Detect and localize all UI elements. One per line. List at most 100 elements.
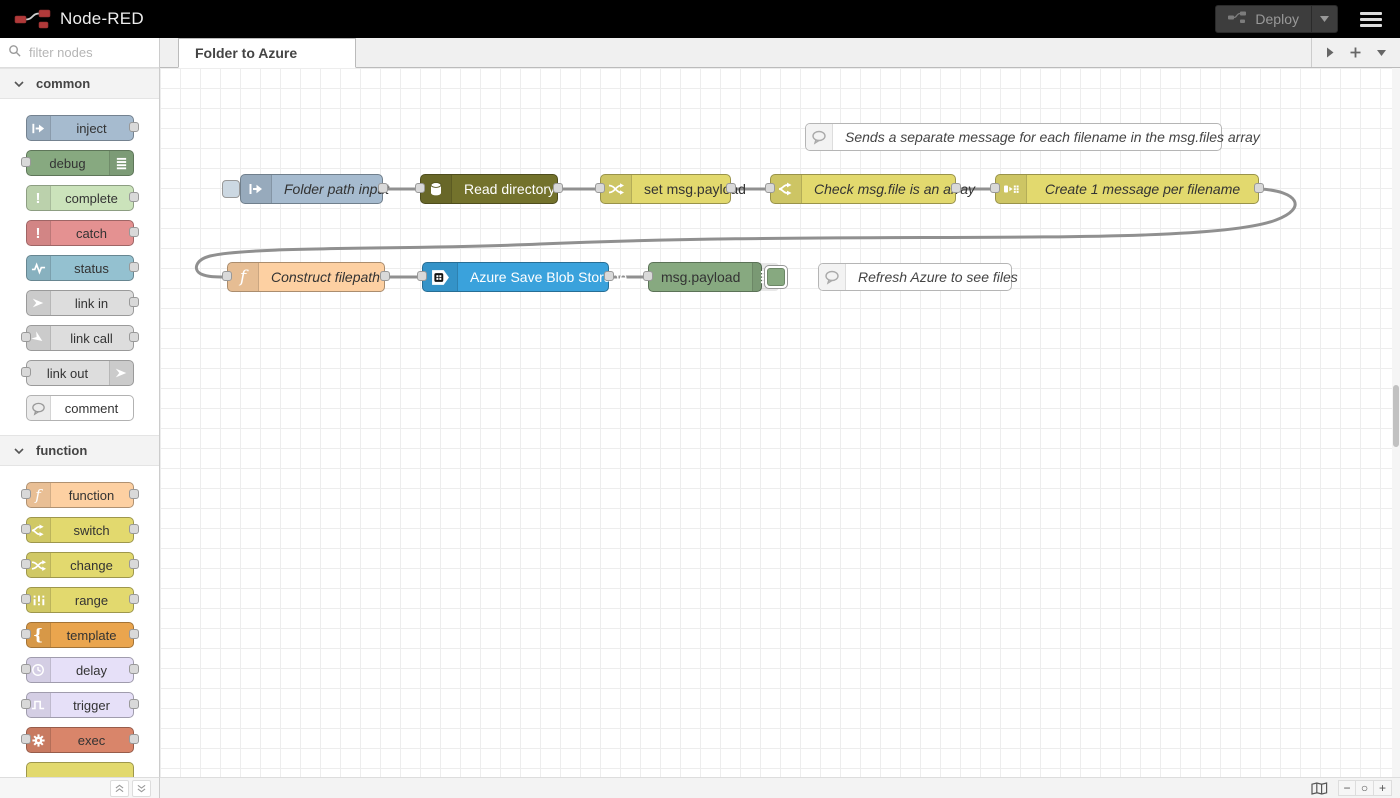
flow-canvas[interactable]: Sends a separate message for each filena… bbox=[160, 68, 1392, 777]
input-port[interactable] bbox=[990, 183, 1000, 193]
input-port[interactable] bbox=[415, 183, 425, 193]
output-port bbox=[129, 332, 139, 342]
node-azure-save-blob-storage[interactable]: Azure Save Blob Storage bbox=[422, 262, 609, 292]
output-port bbox=[129, 524, 139, 534]
scrollbar-thumb[interactable] bbox=[1393, 385, 1399, 447]
function-icon: f bbox=[228, 263, 259, 291]
node-create-message-per-filename[interactable]: Create 1 message per filename bbox=[995, 174, 1259, 204]
azure-blob-icon bbox=[423, 263, 458, 291]
palette-node-exec[interactable]: exec bbox=[26, 727, 134, 753]
deploy-button[interactable]: Deploy bbox=[1215, 5, 1338, 33]
node-palette: common inject debug ! complete ! catch s… bbox=[0, 38, 160, 777]
deploy-label: Deploy bbox=[1255, 11, 1299, 27]
input-port bbox=[21, 367, 31, 377]
palette-node-comment[interactable]: comment bbox=[26, 395, 134, 421]
output-port[interactable] bbox=[380, 271, 390, 281]
search-icon bbox=[8, 44, 21, 62]
inject-trigger-button[interactable] bbox=[222, 180, 240, 198]
input-port bbox=[21, 489, 31, 499]
inject-icon bbox=[27, 116, 51, 140]
palette-node-catch[interactable]: ! catch bbox=[26, 220, 134, 246]
input-port[interactable] bbox=[417, 271, 427, 281]
palette-search[interactable] bbox=[0, 38, 159, 68]
zoom-out-button[interactable]: − bbox=[1338, 780, 1356, 796]
add-flow-button[interactable] bbox=[1350, 47, 1361, 58]
output-port[interactable] bbox=[604, 271, 614, 281]
debug-icon bbox=[109, 151, 133, 175]
output-port[interactable] bbox=[726, 183, 736, 193]
collapse-all-button[interactable] bbox=[110, 780, 129, 797]
palette-node-function[interactable]: f function bbox=[26, 482, 134, 508]
output-port bbox=[129, 699, 139, 709]
link-in-icon bbox=[27, 291, 51, 315]
output-port[interactable] bbox=[553, 183, 563, 193]
tab-folder-to-azure[interactable]: Folder to Azure bbox=[178, 38, 356, 68]
main-menu-button[interactable] bbox=[1356, 8, 1386, 31]
node-construct-filepath[interactable]: f Construct filepath bbox=[227, 262, 385, 292]
tab-scroll-right-icon[interactable] bbox=[1326, 47, 1334, 58]
zoom-reset-button[interactable]: ○ bbox=[1356, 780, 1374, 796]
palette-category-common[interactable]: common bbox=[0, 68, 159, 99]
output-port bbox=[129, 559, 139, 569]
app-header: Node-RED Deploy bbox=[0, 0, 1400, 38]
status-icon bbox=[27, 256, 51, 280]
palette-node-debug[interactable]: debug bbox=[26, 150, 134, 176]
link-out-icon bbox=[109, 361, 133, 385]
palette-footer bbox=[0, 777, 160, 798]
node-folder-path-input[interactable]: Folder path input bbox=[240, 174, 383, 204]
output-port bbox=[129, 262, 139, 272]
flow-list-button[interactable] bbox=[1377, 50, 1386, 56]
file-directory-icon bbox=[421, 175, 452, 203]
input-port[interactable] bbox=[222, 271, 232, 281]
output-port bbox=[129, 734, 139, 744]
palette-node-trigger[interactable]: trigger bbox=[26, 692, 134, 718]
input-port bbox=[21, 332, 31, 342]
palette-node-status[interactable]: status bbox=[26, 255, 134, 281]
navigator-button[interactable] bbox=[1311, 782, 1328, 795]
comment-node[interactable]: Refresh Azure to see files bbox=[818, 263, 1012, 291]
palette-node-range[interactable]: range bbox=[26, 587, 134, 613]
zoom-in-button[interactable]: + bbox=[1374, 780, 1392, 796]
palette-node-change[interactable]: change bbox=[26, 552, 134, 578]
palette-node-link-out[interactable]: link out bbox=[26, 360, 134, 386]
node-msg-payload-debug[interactable]: msg.payload bbox=[648, 262, 762, 292]
output-port[interactable] bbox=[378, 183, 388, 193]
input-port[interactable] bbox=[765, 183, 775, 193]
palette-category-function[interactable]: function bbox=[0, 435, 159, 466]
output-port[interactable] bbox=[951, 183, 961, 193]
chevron-down-icon bbox=[14, 75, 24, 93]
palette-node-partial[interactable] bbox=[26, 762, 134, 777]
canvas-vertical-scrollbar[interactable] bbox=[1392, 68, 1400, 777]
output-port bbox=[129, 122, 139, 132]
input-port bbox=[21, 629, 31, 639]
comment-node[interactable]: Sends a separate message for each filena… bbox=[805, 123, 1222, 151]
split-icon bbox=[996, 175, 1027, 203]
palette-node-delay[interactable]: delay bbox=[26, 657, 134, 683]
workspace-tabbar: Folder to Azure bbox=[160, 38, 1400, 68]
node-read-directory[interactable]: Read directory bbox=[420, 174, 558, 204]
palette-node-link-call[interactable]: link call bbox=[26, 325, 134, 351]
output-port bbox=[129, 192, 139, 202]
input-port[interactable] bbox=[643, 271, 653, 281]
palette-node-template[interactable]: { template bbox=[26, 622, 134, 648]
output-port[interactable] bbox=[1254, 183, 1264, 193]
comment-icon bbox=[806, 124, 833, 150]
node-check-msg-file-array[interactable]: Check msg.file is an array bbox=[770, 174, 956, 204]
output-port bbox=[129, 297, 139, 307]
palette-node-switch[interactable]: switch bbox=[26, 517, 134, 543]
chevron-down-icon bbox=[14, 442, 24, 460]
palette-node-complete[interactable]: ! complete bbox=[26, 185, 134, 211]
palette-node-inject[interactable]: inject bbox=[26, 115, 134, 141]
palette-search-input[interactable] bbox=[27, 44, 141, 61]
palette-node-link-in[interactable]: link in bbox=[26, 290, 134, 316]
comment-icon bbox=[819, 264, 846, 290]
comment-icon bbox=[27, 396, 51, 420]
debug-enable-toggle[interactable] bbox=[764, 265, 788, 289]
input-port bbox=[21, 664, 31, 674]
output-port bbox=[129, 664, 139, 674]
input-port bbox=[21, 699, 31, 709]
node-set-msg-payload[interactable]: set msg.payload bbox=[600, 174, 731, 204]
input-port[interactable] bbox=[595, 183, 605, 193]
deploy-options-button[interactable] bbox=[1311, 6, 1337, 32]
expand-all-button[interactable] bbox=[132, 780, 151, 797]
